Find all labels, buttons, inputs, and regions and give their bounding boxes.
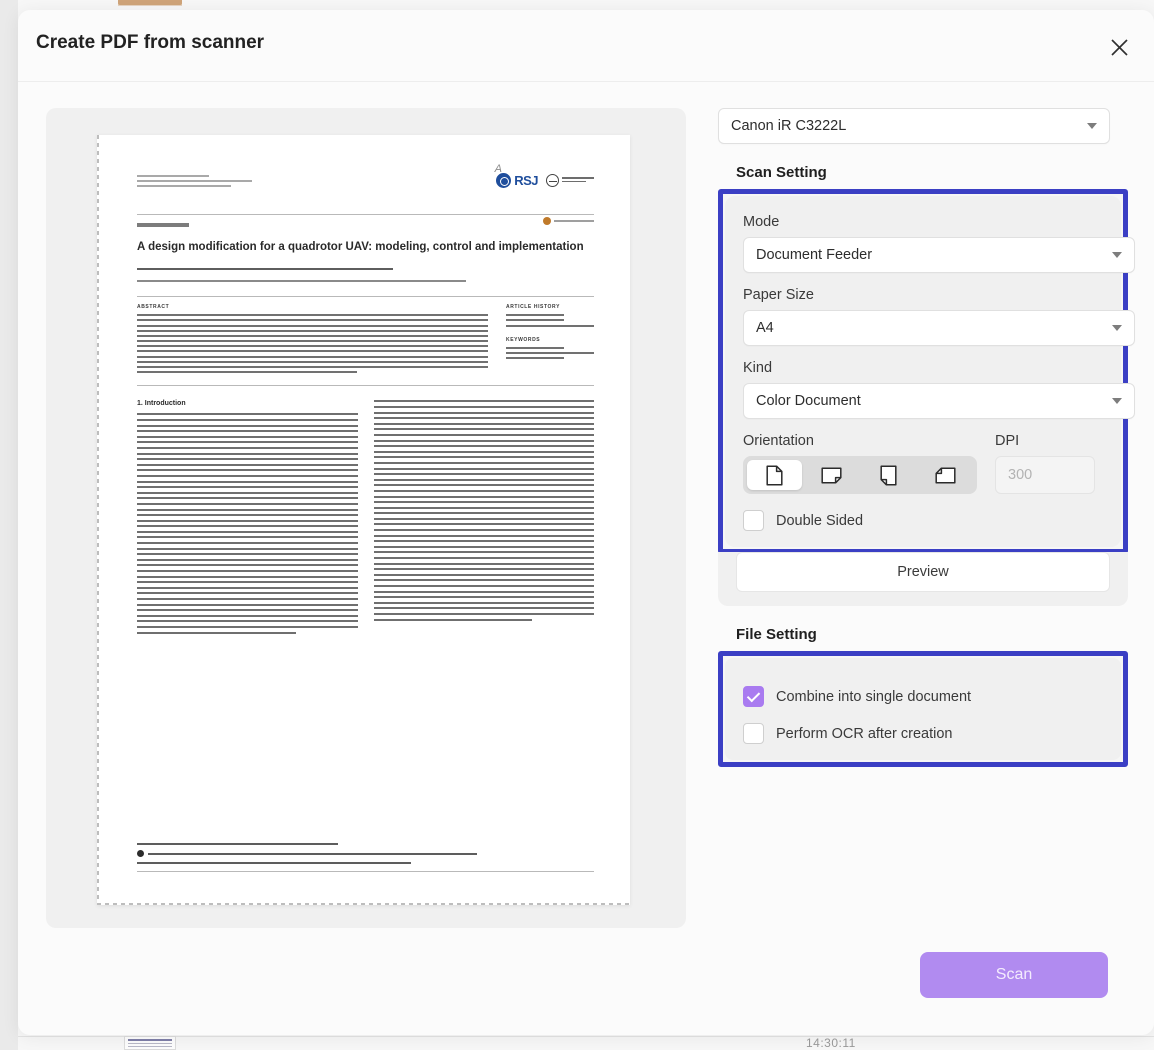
double-sided-row[interactable]: Double Sided [743, 510, 1103, 531]
dpi-group: DPI 300 [995, 433, 1095, 494]
page-landscape-flipped-icon[interactable] [918, 460, 973, 490]
rsj-logo-icon: RSJ [496, 173, 538, 188]
scan-setting-highlight: Mode Document Feeder Paper Size A4 Kind … [718, 189, 1135, 554]
scanned-document-facsimile: A RSJ A design modification for a quadro… [137, 163, 594, 879]
crop-guide-left [97, 135, 99, 905]
page-title: Create PDF from scanner [36, 32, 265, 53]
perform-ocr-checkbox[interactable] [743, 723, 764, 744]
page-landscape-icon[interactable] [804, 460, 859, 490]
scanner-device-select[interactable]: Canon iR C3222L [718, 108, 1110, 144]
dpi-input[interactable]: 300 [995, 456, 1095, 494]
background-bottom-divider [18, 1036, 1154, 1037]
create-pdf-dialog: Create PDF from scanner A RSJ A design m… [18, 10, 1154, 1035]
mode-select[interactable]: Document Feeder [743, 237, 1135, 273]
document-title: A design modification for a quadrotor UA… [137, 241, 584, 253]
body-column-left: 1. Introduction [137, 400, 358, 637]
status-clock: 14:30:11 [806, 1036, 856, 1050]
abstract-label: ABSTRACT [137, 304, 170, 311]
abstract-block: ABSTRACT ARTICLE HISTORY KEYWORDS [137, 296, 594, 387]
orientation-segmented-control[interactable] [743, 456, 977, 494]
orientation-group: Orientation [743, 433, 977, 494]
page-portrait-flipped-icon[interactable] [861, 460, 916, 490]
chevron-down-icon [1112, 398, 1122, 404]
scanner-device-value: Canon iR C3222L [731, 118, 847, 134]
dpi-placeholder: 300 [1008, 467, 1033, 483]
mode-value: Document Feeder [756, 247, 873, 263]
mode-label: Mode [743, 214, 780, 230]
close-icon[interactable] [1104, 32, 1134, 62]
app-root: 14:30:11 Create PDF from scanner A RSJ A… [0, 0, 1154, 1050]
article-metadata: ARTICLE HISTORY KEYWORDS [506, 304, 594, 376]
keywords-label: KEYWORDS [506, 336, 541, 343]
open-access-badge [543, 217, 594, 225]
scan-preview-panel: A RSJ A design modification for a quadro… [46, 108, 686, 928]
background-left-strip [0, 0, 18, 1050]
section-heading: 1. Introduction [137, 400, 186, 408]
page-portrait-icon[interactable] [747, 460, 802, 490]
document-authors [137, 267, 594, 271]
perform-ocr-label: Perform OCR after creation [776, 725, 953, 742]
document-footer [137, 843, 594, 879]
settings-column: Canon iR C3222L Scan Setting Mode Docume… [718, 108, 1135, 767]
scan-setting-heading: Scan Setting [736, 164, 827, 181]
scan-button[interactable]: Scan [920, 952, 1108, 998]
preview-button[interactable]: Preview [736, 552, 1110, 592]
paper-size-label: Paper Size [743, 287, 814, 303]
masthead-rule [137, 214, 594, 215]
orientation-label: Orientation [743, 433, 814, 449]
document-affiliation [137, 280, 594, 283]
dpi-label: DPI [995, 433, 1020, 449]
paper-size-select[interactable]: A4 [743, 310, 1135, 346]
article-type-kicker [137, 223, 189, 227]
double-sided-label: Double Sided [776, 512, 864, 529]
crop-guide-bottom [97, 903, 630, 905]
publisher-logos: RSJ [496, 173, 594, 188]
file-setting-card: Combine into single document Perform OCR… [725, 658, 1121, 760]
document-masthead: RSJ [137, 173, 594, 211]
scan-setting-card: Mode Document Feeder Paper Size A4 Kind … [725, 196, 1135, 547]
combine-into-single-document-checkbox[interactable] [743, 686, 764, 707]
background-page-thumbnail [124, 1036, 176, 1050]
combine-into-single-document-row[interactable]: Combine into single document [743, 686, 1103, 707]
preview-page[interactable]: A RSJ A design modification for a quadro… [97, 135, 630, 905]
orientation-dpi-row: Orientation DPI 300 [743, 433, 1103, 494]
chevron-down-icon [1087, 123, 1097, 129]
rsj-logo-text: RSJ [514, 173, 538, 188]
kind-label: Kind [743, 360, 773, 376]
perform-ocr-row[interactable]: Perform OCR after creation [743, 723, 1103, 744]
file-setting-heading: File Setting [736, 626, 817, 643]
paper-size-value: A4 [756, 320, 774, 336]
body-column-right [373, 400, 594, 637]
double-sided-checkbox[interactable] [743, 510, 764, 531]
dialog-header: Create PDF from scanner [18, 10, 1154, 82]
kind-select[interactable]: Color Document [743, 383, 1135, 419]
background-active-tab [118, 0, 182, 5]
journal-info [137, 175, 257, 190]
taylor-francis-logo-icon [546, 174, 594, 187]
chevron-down-icon [1112, 252, 1122, 258]
kind-value: Color Document [756, 393, 861, 409]
combine-into-single-document-label: Combine into single document [776, 688, 972, 705]
article-history-label: ARTICLE HISTORY [506, 304, 561, 311]
file-setting-highlight: Combine into single document Perform OCR… [718, 651, 1128, 767]
chevron-down-icon [1112, 325, 1122, 331]
document-body: 1. Introduction [137, 400, 594, 637]
preview-button-wrap: Preview [718, 552, 1128, 606]
abstract-text: ABSTRACT [137, 304, 492, 376]
